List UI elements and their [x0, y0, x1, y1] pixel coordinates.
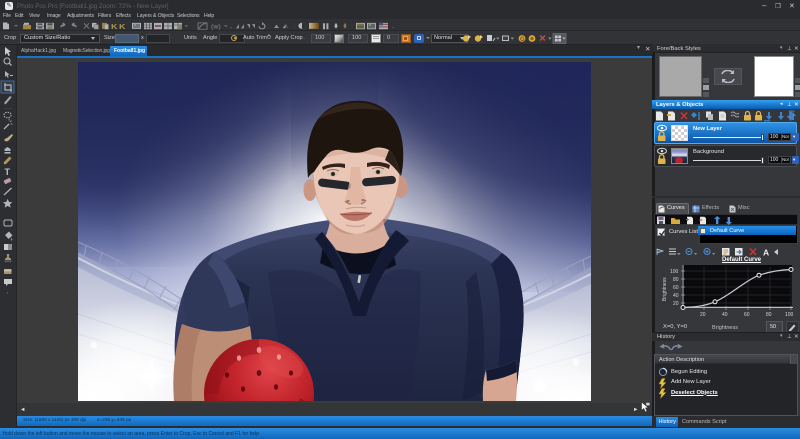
svg-text:20: 20 [673, 301, 679, 307]
svg-text:K: K [119, 22, 125, 31]
svg-text:60: 60 [744, 312, 750, 318]
svg-text:(w): (w) [211, 24, 221, 30]
svg-text:T: T [5, 167, 11, 177]
svg-text:A: A [763, 248, 769, 258]
svg-text:20: 20 [700, 312, 706, 318]
svg-text:60: 60 [673, 285, 679, 291]
svg-text:80: 80 [766, 312, 772, 318]
svg-text:Brightness: Brightness [662, 277, 668, 301]
svg-text:40: 40 [673, 293, 679, 299]
svg-text:G: G [520, 37, 525, 43]
svg-text:100: 100 [670, 269, 679, 275]
svg-text:80: 80 [673, 277, 679, 283]
svg-text:40: 40 [722, 312, 728, 318]
svg-text:K: K [111, 22, 117, 31]
svg-text:100: 100 [785, 312, 794, 318]
